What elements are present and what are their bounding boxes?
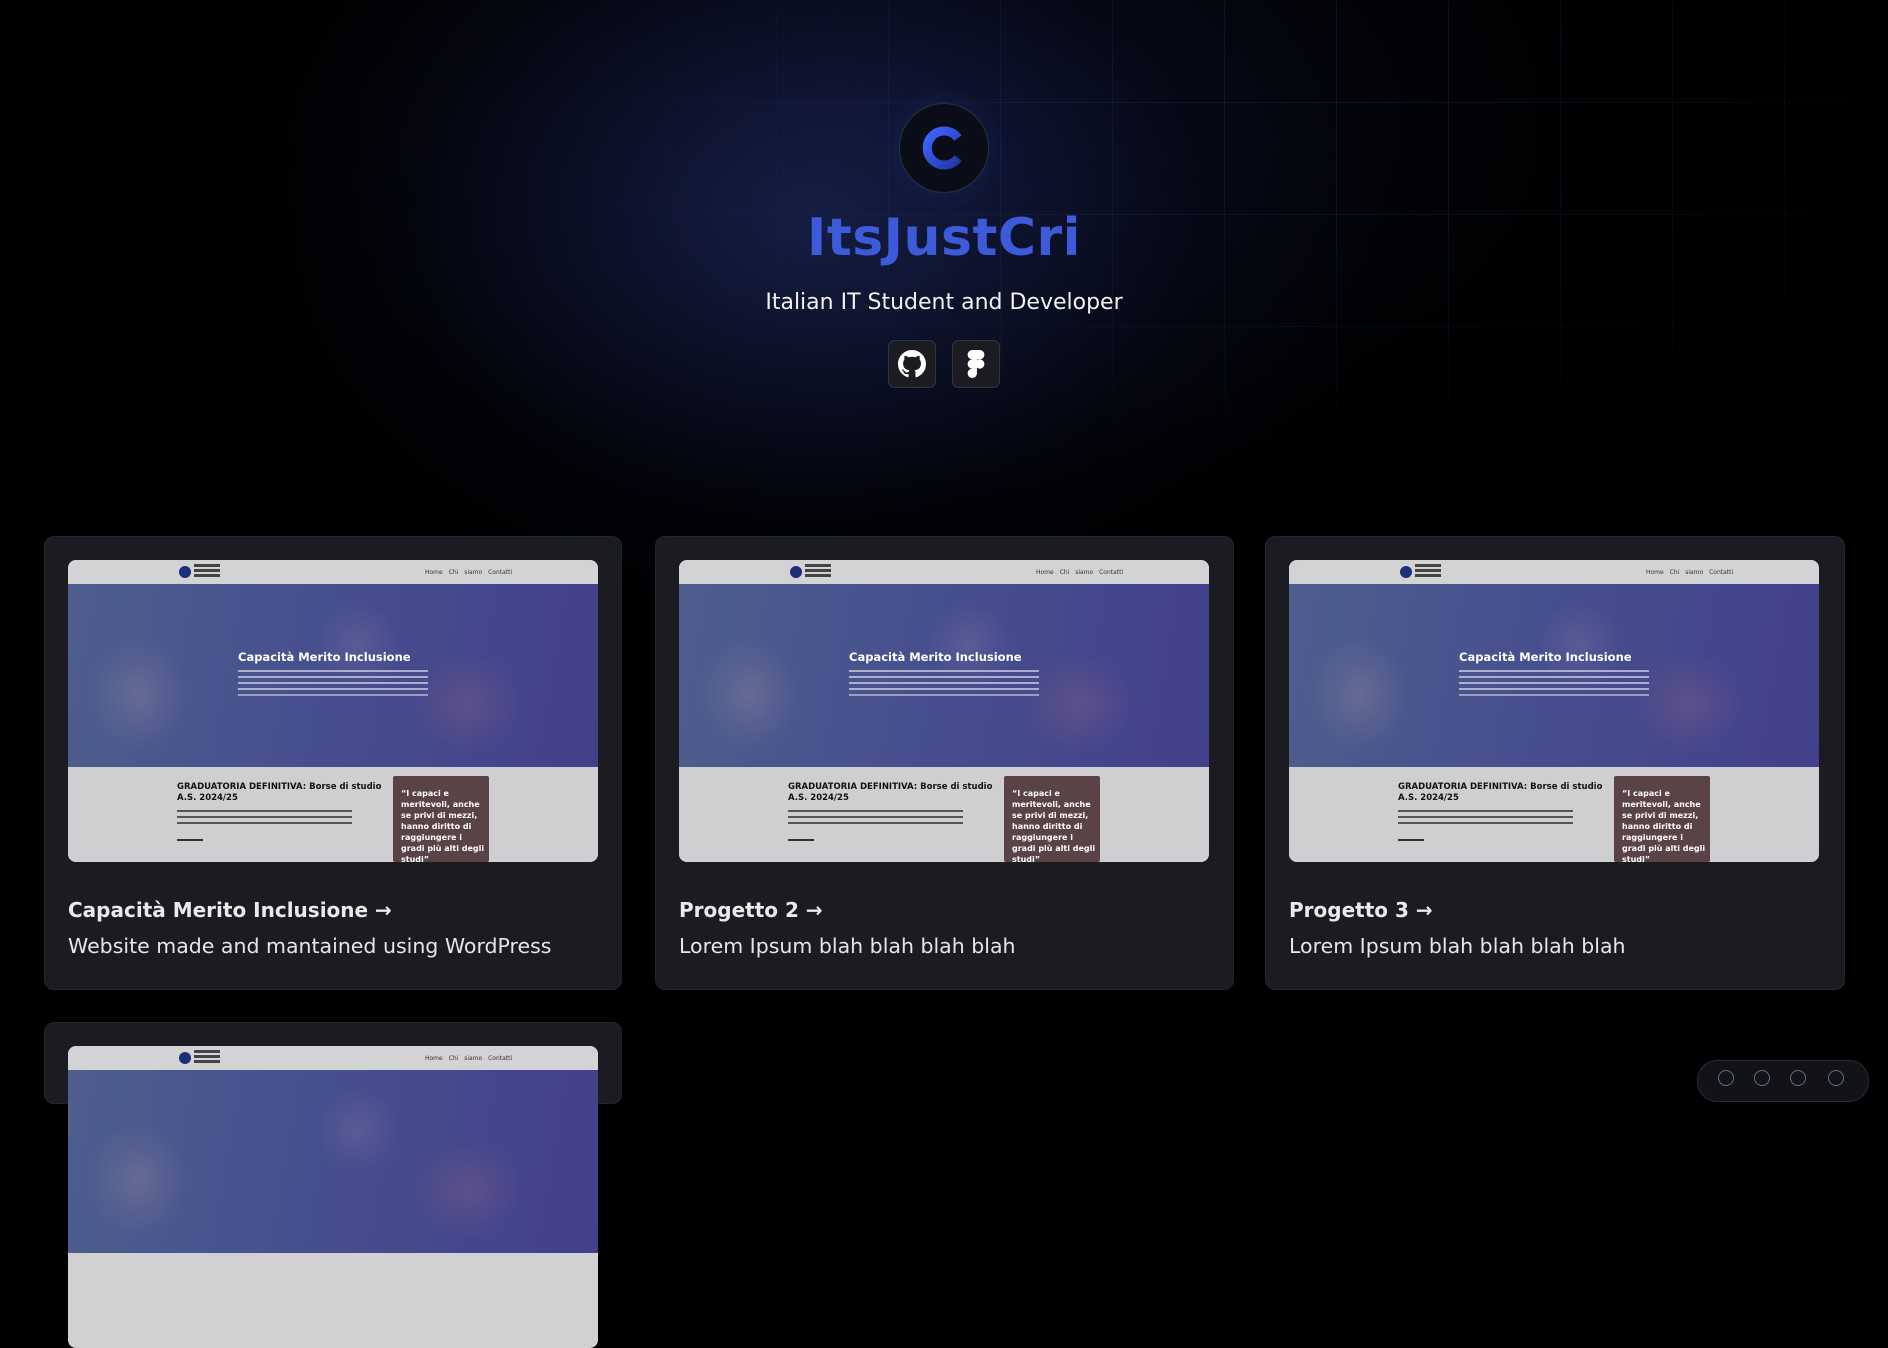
figma-link[interactable]	[952, 340, 1000, 388]
thumbnail-news-text	[1398, 810, 1573, 812]
project-thumbnail[interactable]: Home Chi siamo Contatti Capacità Merito …	[1289, 560, 1819, 862]
thumbnail-logo-text	[194, 564, 220, 567]
toolbar-icon[interactable]	[1718, 1070, 1734, 1086]
thumbnail-read-more	[1398, 839, 1424, 841]
thumbnail-news-title: GRADUATORIA DEFINITIVA: Borse di studio …	[1398, 782, 1603, 803]
thumbnail-navbar: Home Chi siamo Contatti	[679, 560, 1209, 584]
thumbnail-hero	[68, 584, 598, 767]
thumbnail-logo-text	[805, 564, 831, 567]
thumbnail-hero-title: Capacità Merito Inclusione	[238, 650, 411, 664]
thumbnail-hero-text	[238, 670, 428, 672]
thumbnail-logo-text	[1415, 564, 1441, 567]
thumbnail-hero	[68, 1070, 598, 1253]
github-link[interactable]	[888, 340, 936, 388]
thumbnail-read-more	[177, 839, 203, 841]
thumbnail-quote-box: “I capaci e meritevoli, anche se privi d…	[1004, 776, 1100, 862]
thumbnail-hero	[679, 584, 1209, 767]
site-subtitle: Italian IT Student and Developer	[765, 290, 1123, 315]
thumbnail-news-text	[788, 810, 963, 812]
thumbnail-hero-title: Capacità Merito Inclusione	[849, 650, 1022, 664]
thumbnail-hero-text	[849, 670, 1039, 672]
project-title[interactable]: Progetto 2 →	[679, 898, 823, 922]
thumbnail-nav-links: Home Chi siamo Contatti	[1646, 569, 1734, 576]
thumbnail-logo-icon	[790, 566, 802, 578]
thumbnail-read-more	[788, 839, 814, 841]
thumbnail-quote-box: “I capaci e meritevoli, anche se privi d…	[393, 776, 489, 862]
project-card-1[interactable]: Home Chi siamo Contatti Capacità Merito …	[44, 536, 622, 990]
settings-icon[interactable]	[1828, 1070, 1844, 1086]
thumbnail-navbar: Home Chi siamo Contatti	[68, 1046, 598, 1070]
thumbnail-hero-text	[1459, 670, 1649, 672]
thumbnail-navbar: Home Chi siamo Contatti	[1289, 560, 1819, 584]
thumbnail-logo-icon	[179, 566, 191, 578]
c-logo-icon	[899, 103, 989, 193]
thumbnail-nav-links: Home Chi siamo Contatti	[425, 1055, 513, 1062]
thumbnail-news-title: GRADUATORIA DEFINITIVA: Borse di studio …	[788, 782, 993, 803]
thumbnail-hero	[1289, 584, 1819, 767]
thumbnail-quote: “I capaci e meritevoli, anche se privi d…	[1622, 789, 1706, 862]
project-title[interactable]: Capacità Merito Inclusione →	[68, 898, 392, 922]
figma-icon	[967, 350, 985, 378]
github-icon	[898, 350, 926, 378]
thumbnail-news-text	[177, 810, 352, 812]
project-title[interactable]: Progetto 3 →	[1289, 898, 1433, 922]
thumbnail-navbar: Home Chi siamo Contatti	[68, 560, 598, 584]
project-card-2[interactable]: Home Chi siamo Contatti Capacità Merito …	[655, 536, 1234, 990]
project-description: Website made and mantained using WordPre…	[68, 934, 552, 958]
project-thumbnail[interactable]: Home Chi siamo Contatti Capacità Merito …	[679, 560, 1209, 862]
project-description: Lorem Ipsum blah blah blah blah	[679, 934, 1016, 958]
thumbnail-news-title: GRADUATORIA DEFINITIVA: Borse di studio …	[177, 782, 382, 803]
project-description: Lorem Ipsum blah blah blah blah	[1289, 934, 1626, 958]
toolbar-icon[interactable]	[1790, 1070, 1806, 1086]
thumbnail-quote: “I capaci e meritevoli, anche se privi d…	[401, 789, 485, 862]
thumbnail-logo-icon	[179, 1052, 191, 1064]
thumbnail-quote-box: “I capaci e meritevoli, anche se privi d…	[1614, 776, 1710, 862]
thumbnail-nav-links: Home Chi siamo Contatti	[425, 569, 513, 576]
floating-toolbar[interactable]	[1697, 1060, 1869, 1102]
toolbar-icon[interactable]	[1754, 1070, 1770, 1086]
site-title: ItsJustCri	[807, 208, 1081, 268]
thumbnail-quote: “I capaci e meritevoli, anche se privi d…	[1012, 789, 1096, 862]
thumbnail-hero-title: Capacità Merito Inclusione	[1459, 650, 1632, 664]
thumbnail-logo-icon	[1400, 566, 1412, 578]
project-thumbnail[interactable]: Home Chi siamo Contatti	[68, 1046, 598, 1348]
project-card-3[interactable]: Home Chi siamo Contatti Capacità Merito …	[1265, 536, 1845, 990]
project-thumbnail[interactable]: Home Chi siamo Contatti Capacità Merito …	[68, 560, 598, 862]
thumbnail-nav-links: Home Chi siamo Contatti	[1036, 569, 1124, 576]
thumbnail-logo-text	[194, 1050, 220, 1053]
project-card-4[interactable]: Home Chi siamo Contatti	[44, 1022, 622, 1348]
